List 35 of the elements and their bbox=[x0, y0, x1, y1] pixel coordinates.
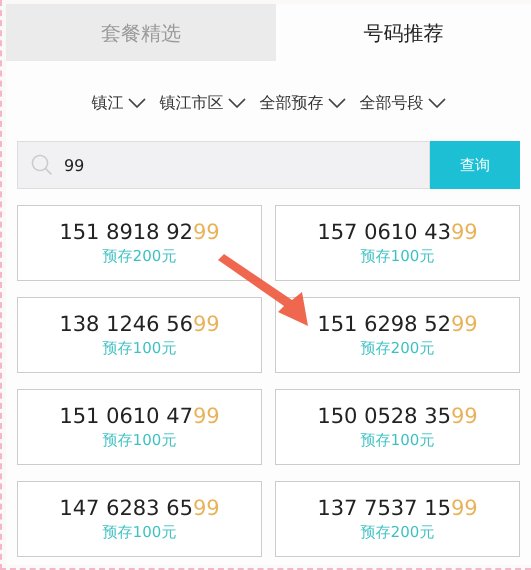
chevron-down-icon bbox=[228, 98, 246, 108]
search-field[interactable]: 99 bbox=[17, 141, 430, 189]
filter-dropdown[interactable]: 全部号段 bbox=[360, 91, 446, 115]
filter-dropdown[interactable]: 镇江 bbox=[92, 91, 146, 115]
deposit-amount: 预存100元 bbox=[360, 430, 434, 451]
deposit-amount: 预存200元 bbox=[102, 246, 176, 267]
number-card[interactable]: 151 6298 5299 预存200元 bbox=[275, 297, 520, 373]
number-card[interactable]: 147 6283 6599 预存100元 bbox=[17, 481, 262, 557]
phone-number: 151 8918 9299 bbox=[59, 218, 220, 245]
phone-number: 147 6283 6599 bbox=[59, 494, 220, 521]
number-card[interactable]: 151 0610 4799 预存100元 bbox=[17, 389, 262, 465]
phone-number: 151 6298 5299 bbox=[317, 310, 478, 337]
phone-number: 157 0610 4399 bbox=[317, 218, 478, 245]
number-card[interactable]: 137 7537 1599 预存200元 bbox=[275, 481, 520, 557]
chevron-down-icon bbox=[128, 98, 146, 108]
deposit-amount: 预存200元 bbox=[360, 522, 434, 543]
number-card[interactable]: 151 8918 9299 预存200元 bbox=[17, 205, 262, 281]
search-icon bbox=[31, 154, 53, 176]
phone-number: 151 0610 4799 bbox=[59, 402, 220, 429]
phone-number: 137 7537 1599 bbox=[317, 494, 478, 521]
tab[interactable]: 号码推荐 bbox=[276, 4, 531, 61]
phone-number: 138 1246 5699 bbox=[59, 310, 220, 337]
number-card[interactable]: 157 0610 4399 预存100元 bbox=[275, 205, 520, 281]
deposit-amount: 预存100元 bbox=[102, 338, 176, 359]
deposit-amount: 预存100元 bbox=[102, 430, 176, 451]
number-card[interactable]: 150 0528 3599 预存100元 bbox=[275, 389, 520, 465]
deposit-amount: 预存100元 bbox=[360, 246, 434, 267]
number-card[interactable]: 138 1246 5699 预存100元 bbox=[17, 297, 262, 373]
chevron-down-icon bbox=[328, 98, 346, 108]
deposit-amount: 预存100元 bbox=[102, 522, 176, 543]
filter-dropdown[interactable]: 全部预存 bbox=[260, 91, 346, 115]
filter-dropdown[interactable]: 镇江市区 bbox=[160, 91, 246, 115]
phone-number: 150 0528 3599 bbox=[317, 402, 478, 429]
chevron-down-icon bbox=[428, 98, 446, 108]
deposit-amount: 预存200元 bbox=[360, 338, 434, 359]
